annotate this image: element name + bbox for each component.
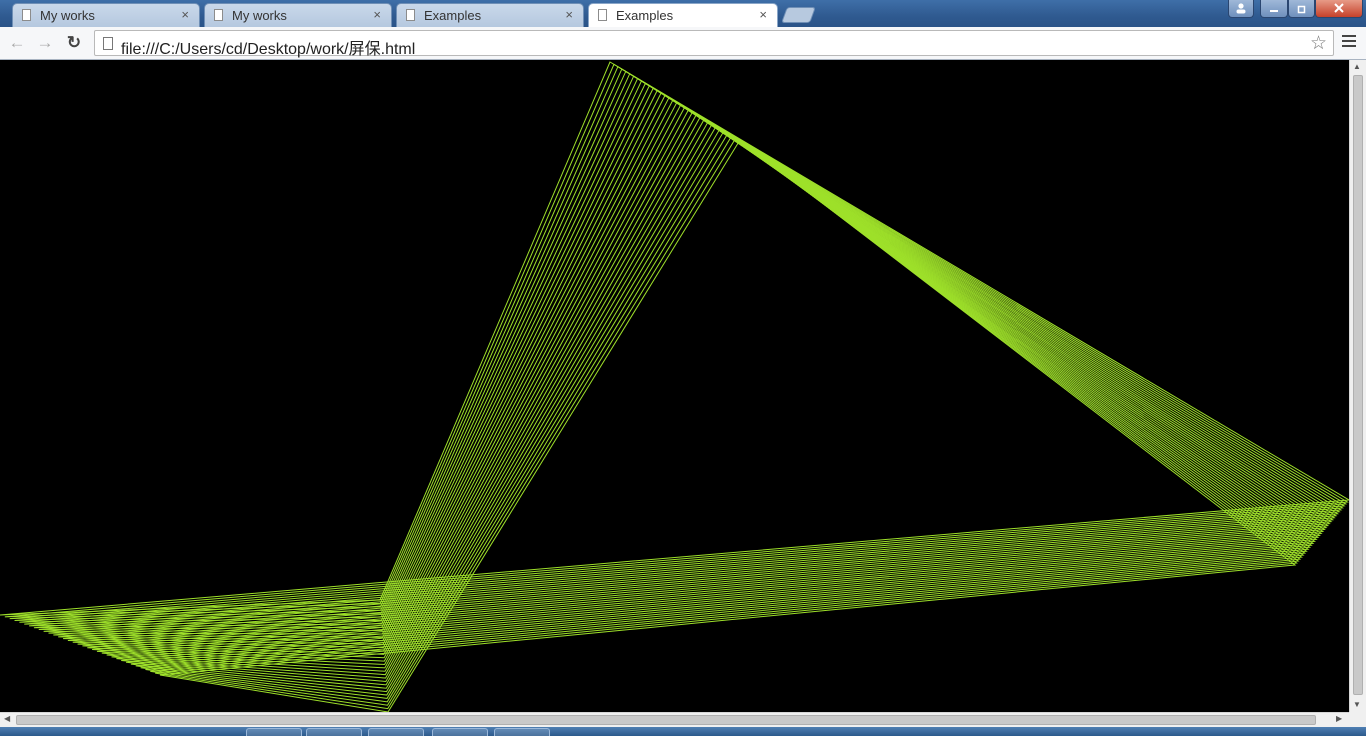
new-tab-button[interactable] [781, 7, 816, 23]
tab-title: Examples [616, 8, 674, 23]
taskbar-item[interactable] [368, 728, 424, 736]
reload-button[interactable]: ↻ [63, 32, 85, 54]
taskbar-item[interactable] [246, 728, 302, 736]
tab-title: Examples [424, 8, 482, 23]
browser-toolbar: ← → ↻ file:///C:/Users/cd/Desktop/work/屏… [0, 27, 1366, 60]
taskbar-item[interactable] [432, 728, 488, 736]
scroll-down-arrow-icon[interactable]: ▼ [1353, 700, 1361, 709]
page-icon [214, 9, 223, 21]
page-canvas [0, 60, 1349, 712]
minimize-icon [1270, 10, 1278, 12]
ribbon-line [38, 80, 1338, 631]
ribbon-line [24, 73, 1343, 625]
tab-title: My works [40, 8, 95, 23]
tab-close-icon[interactable]: × [565, 7, 573, 22]
ribbon-line [53, 87, 1333, 638]
tab-examples-active[interactable]: Examples × [588, 3, 778, 28]
page-icon [22, 9, 31, 21]
tab-close-icon[interactable]: × [181, 7, 189, 22]
restore-icon [1297, 5, 1305, 14]
ribbon-line [29, 75, 1341, 627]
back-button[interactable]: ← [6, 32, 28, 54]
user-icon [1236, 3, 1246, 14]
menu-icon[interactable] [1342, 35, 1356, 51]
tab-examples-1[interactable]: Examples × [396, 3, 584, 27]
horizontal-scrollbar[interactable]: ◀ ▶ [0, 712, 1349, 727]
title-bar: My works × My works × Examples × Example… [0, 0, 1366, 28]
os-taskbar [0, 727, 1366, 736]
minimize-button[interactable] [1260, 0, 1288, 18]
page-icon [406, 9, 415, 21]
vertical-scrollbar[interactable]: ▲ ▼ [1349, 60, 1366, 712]
ribbon-line [67, 94, 1328, 649]
page-icon [598, 9, 607, 21]
taskbar-item[interactable] [306, 728, 362, 736]
scrollbar-corner [1349, 712, 1366, 727]
ribbon-line [111, 115, 1313, 679]
tab-my-works-2[interactable]: My works × [204, 3, 392, 27]
horizontal-scroll-thumb[interactable] [16, 715, 1316, 725]
tab-my-works-1[interactable]: My works × [12, 3, 200, 27]
scroll-right-arrow-icon[interactable]: ▶ [1336, 714, 1342, 723]
tab-title: My works [232, 8, 287, 23]
tab-close-icon[interactable]: × [759, 7, 767, 22]
user-profile-button[interactable] [1228, 0, 1254, 18]
bookmark-star-icon[interactable]: ☆ [1310, 32, 1327, 55]
close-window-button[interactable] [1315, 0, 1363, 18]
taskbar-item[interactable] [494, 728, 550, 736]
url-text[interactable]: file:///C:/Users/cd/Desktop/work/屏保.html [121, 35, 415, 59]
page-icon [103, 37, 113, 50]
screensaver-lines [0, 61, 1349, 712]
maximize-button[interactable] [1288, 0, 1315, 18]
scroll-up-arrow-icon[interactable]: ▲ [1353, 62, 1361, 71]
address-bar[interactable]: file:///C:/Users/cd/Desktop/work/屏保.html… [94, 30, 1334, 59]
tab-close-icon[interactable]: × [373, 7, 381, 22]
forward-button[interactable]: → [34, 32, 56, 54]
close-icon [1334, 3, 1344, 13]
vertical-scroll-thumb[interactable] [1353, 75, 1363, 695]
scroll-left-arrow-icon[interactable]: ◀ [4, 714, 10, 723]
ribbon-line [43, 82, 1336, 632]
